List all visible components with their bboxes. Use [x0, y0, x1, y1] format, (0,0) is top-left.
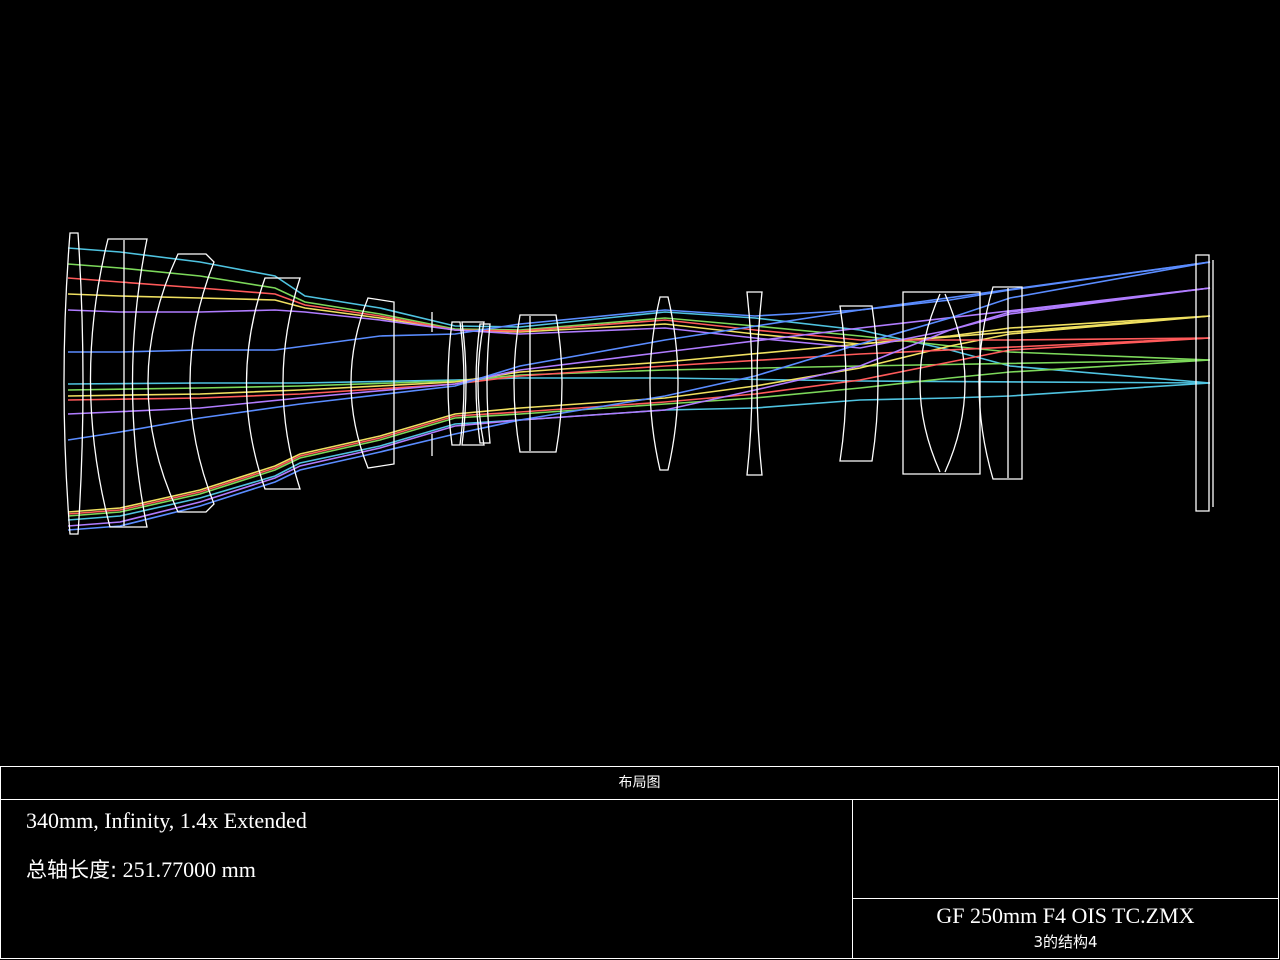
system-description: 340mm, Infinity, 1.4x Extended: [26, 808, 307, 833]
info-panel: 布局图 340mm, Infinity, 1.4x Extended 总轴长度:…: [0, 766, 1279, 959]
total-length-label: 总轴长度:: [26, 858, 118, 882]
ray-field-1-chief: [67, 377, 1211, 385]
panel-title: 布局图: [1, 767, 1278, 800]
total-length: 总轴长度: 251.77000 mm: [26, 854, 256, 884]
configuration-label: 3的结构4: [1033, 933, 1098, 951]
lens-layout-diagram: [63, 232, 1214, 535]
ray-bundles: [67, 247, 1211, 531]
lens-element-11: [746, 291, 763, 476]
file-name: GF 250mm F4 OIS TC.ZMX: [936, 903, 1195, 928]
total-length-value: 251.77000 mm: [122, 857, 256, 882]
ray-field-6-chief: [67, 261, 1211, 441]
description-cell: 340mm, Infinity, 1.4x Extended 总轴长度: 251…: [1, 800, 853, 958]
ray-field-3-upper: [67, 293, 1211, 345]
ray-field-5-chief: [67, 287, 1211, 415]
ray-field-5-lower: [67, 287, 1211, 527]
lens-element-9: [513, 314, 563, 453]
blank-cell: [853, 800, 1278, 899]
lens-element-10: [649, 296, 679, 471]
file-info-cell: GF 250mm F4 OIS TC.ZMX 3的结构4: [853, 899, 1278, 958]
